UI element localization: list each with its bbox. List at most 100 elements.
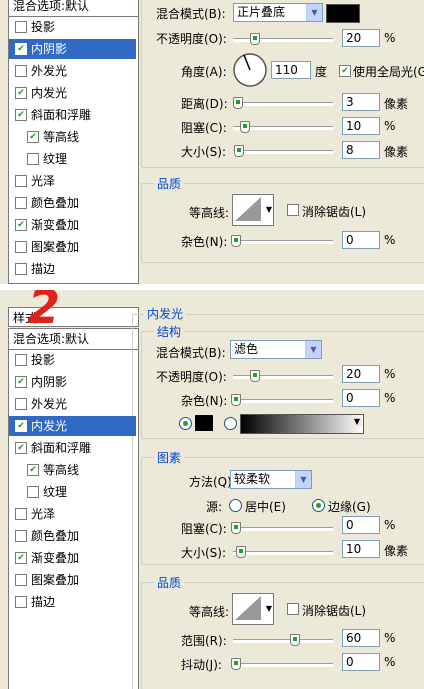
range-slider[interactable] bbox=[233, 639, 333, 643]
range-input[interactable]: 60 bbox=[342, 629, 380, 647]
top-sidebar-item[interactable]: 外发光 bbox=[9, 61, 136, 81]
top-sidebar-checkbox[interactable] bbox=[15, 21, 27, 33]
top-sidebar-header-label: 混合选项:默认 bbox=[13, 0, 90, 13]
bottom-contour-picker[interactable]: ▼ bbox=[232, 593, 274, 625]
bottom-noise-slider[interactable] bbox=[233, 399, 333, 403]
top-sidebar-checkbox[interactable]: ✔ bbox=[15, 109, 27, 121]
top-contour-picker[interactable]: ▼ bbox=[232, 194, 274, 226]
bottom-sidebar-checkbox[interactable] bbox=[15, 508, 27, 520]
bottom-sidebar-checkbox[interactable]: ✔ bbox=[15, 376, 27, 388]
bottom-sidebar-item[interactable]: ✔ 斜面和浮雕 bbox=[9, 438, 136, 458]
bottom-opacity-input[interactable]: 20 bbox=[342, 365, 380, 383]
top-size-input[interactable]: 8 bbox=[342, 141, 380, 159]
bottom-noise-slider-thumb[interactable] bbox=[231, 394, 241, 406]
bottom-sidebar-checkbox[interactable] bbox=[15, 574, 27, 586]
top-opacity-input[interactable]: 20 bbox=[342, 29, 380, 47]
top-global-light-checkbox[interactable]: ✔ bbox=[339, 65, 351, 77]
bottom-sidebar-header[interactable]: 混合选项:默认 bbox=[9, 329, 138, 350]
top-blend-mode-select[interactable]: 正片叠底 ▼ bbox=[233, 3, 323, 22]
top-sidebar-item[interactable]: 图案叠加 bbox=[9, 237, 136, 257]
top-sidebar-checkbox[interactable]: ✔ bbox=[15, 43, 27, 55]
top-sidebar-item[interactable]: 光泽 bbox=[9, 171, 136, 191]
top-sidebar-checkbox[interactable]: ✔ bbox=[27, 131, 39, 143]
bottom-sidebar-checkbox[interactable]: ✔ bbox=[15, 420, 27, 432]
top-sidebar-header[interactable]: 混合选项:默认 bbox=[9, 0, 138, 17]
top-opacity-slider[interactable] bbox=[233, 38, 333, 42]
top-shadow-color-swatch[interactable] bbox=[326, 4, 360, 23]
bottom-sidebar-item[interactable]: ✔ 渐变叠加 bbox=[9, 548, 136, 568]
bottom-opacity-slider[interactable] bbox=[233, 375, 333, 379]
bottom-sidebar-item[interactable]: 图案叠加 bbox=[9, 570, 136, 590]
bottom-size-slider[interactable] bbox=[233, 551, 333, 555]
bottom-sidebar-checkbox[interactable]: ✔ bbox=[15, 442, 27, 454]
solid-color-radio[interactable] bbox=[179, 417, 192, 430]
top-antialias-checkbox[interactable] bbox=[287, 204, 299, 216]
bottom-sidebar-item[interactable]: 颜色叠加 bbox=[9, 526, 136, 546]
source-center-radio[interactable] bbox=[229, 499, 242, 512]
top-distance-slider[interactable] bbox=[233, 102, 333, 106]
bottom-sidebar-checkbox[interactable]: ✔ bbox=[15, 552, 27, 564]
top-sidebar-item[interactable]: ✔ 渐变叠加 bbox=[9, 215, 136, 235]
top-sidebar-checkbox[interactable] bbox=[15, 263, 27, 275]
gradient-radio[interactable] bbox=[224, 417, 237, 430]
jitter-slider[interactable] bbox=[233, 663, 333, 667]
top-sidebar-checkbox[interactable] bbox=[15, 175, 27, 187]
top-size-slider-thumb[interactable] bbox=[234, 145, 244, 157]
bottom-noise-input[interactable]: 0 bbox=[342, 389, 380, 407]
bottom-sidebar-checkbox[interactable]: ✔ bbox=[27, 464, 39, 476]
bottom-sidebar-item[interactable]: 纹理 bbox=[9, 482, 136, 502]
top-distance-slider-thumb[interactable] bbox=[233, 97, 243, 109]
bottom-blend-mode-select[interactable]: 滤色 ▼ bbox=[230, 340, 322, 359]
top-sidebar-item[interactable]: 描边 bbox=[9, 259, 136, 279]
top-angle-input[interactable]: 110 bbox=[271, 61, 311, 79]
bottom-sidebar-item[interactable]: 外发光 bbox=[9, 394, 136, 414]
glow-color-swatch[interactable] bbox=[195, 415, 213, 431]
bottom-sidebar-checkbox[interactable] bbox=[15, 596, 27, 608]
top-sidebar-item[interactable]: 投影 bbox=[9, 17, 136, 37]
angle-dial-icon[interactable] bbox=[232, 52, 268, 88]
top-sidebar-checkbox[interactable]: ✔ bbox=[15, 87, 27, 99]
bottom-sidebar-checkbox[interactable] bbox=[15, 354, 27, 366]
bottom-sidebar-item[interactable]: ✔ 内发光 bbox=[9, 416, 136, 436]
top-choke-input[interactable]: 10 bbox=[342, 117, 380, 135]
top-distance-input[interactable]: 3 bbox=[342, 93, 380, 111]
bottom-choke-slider-thumb[interactable] bbox=[231, 522, 241, 534]
source-edge-radio[interactable] bbox=[312, 499, 325, 512]
bottom-sidebar-item[interactable]: 投影 bbox=[9, 350, 136, 370]
bottom-sidebar-item[interactable]: 光泽 bbox=[9, 504, 136, 524]
bottom-sidebar-checkbox[interactable] bbox=[15, 398, 27, 410]
top-sidebar-item[interactable]: 颜色叠加 bbox=[9, 193, 136, 213]
top-noise-slider[interactable] bbox=[233, 240, 333, 244]
jitter-input[interactable]: 0 bbox=[342, 653, 380, 671]
top-sidebar-item[interactable]: ✔ 斜面和浮雕 bbox=[9, 105, 136, 125]
bottom-sidebar-checkbox[interactable] bbox=[27, 486, 39, 498]
bottom-sidebar-checkbox[interactable] bbox=[15, 530, 27, 542]
top-sidebar-checkbox[interactable] bbox=[15, 197, 27, 209]
top-sidebar-checkbox[interactable] bbox=[15, 241, 27, 253]
jitter-slider-thumb[interactable] bbox=[231, 658, 241, 670]
bottom-antialias-checkbox[interactable] bbox=[287, 603, 299, 615]
range-slider-thumb[interactable] bbox=[290, 634, 300, 646]
glow-gradient-picker[interactable]: ▼ bbox=[240, 414, 364, 434]
top-noise-input[interactable]: 0 bbox=[342, 231, 380, 249]
top-sidebar-checkbox[interactable] bbox=[15, 65, 27, 77]
top-size-slider[interactable] bbox=[233, 150, 333, 154]
top-sidebar-checkbox[interactable]: ✔ bbox=[15, 219, 27, 231]
bottom-size-input[interactable]: 10 bbox=[342, 540, 380, 558]
top-choke-slider-thumb[interactable] bbox=[240, 121, 250, 133]
technique-select[interactable]: 较柔软 ▼ bbox=[230, 470, 312, 489]
top-sidebar-item[interactable]: 纹理 bbox=[9, 149, 136, 169]
bottom-size-slider-thumb[interactable] bbox=[236, 546, 246, 558]
bottom-sidebar-item[interactable]: 描边 bbox=[9, 592, 136, 612]
bottom-sidebar-item[interactable]: ✔ 等高线 bbox=[9, 460, 136, 480]
top-opacity-slider-thumb[interactable] bbox=[250, 33, 260, 45]
top-sidebar-item[interactable]: ✔ 等高线 bbox=[9, 127, 136, 147]
top-sidebar-item[interactable]: ✔ 内发光 bbox=[9, 83, 136, 103]
top-sidebar-item[interactable]: ✔ 内阴影 bbox=[9, 39, 136, 59]
bottom-opacity-slider-thumb[interactable] bbox=[250, 370, 260, 382]
top-sidebar-checkbox[interactable] bbox=[27, 153, 39, 165]
bottom-choke-slider[interactable] bbox=[233, 527, 333, 531]
bottom-sidebar-item[interactable]: ✔ 内阴影 bbox=[9, 372, 136, 392]
bottom-choke-input[interactable]: 0 bbox=[342, 516, 380, 534]
top-noise-slider-thumb[interactable] bbox=[231, 235, 241, 247]
